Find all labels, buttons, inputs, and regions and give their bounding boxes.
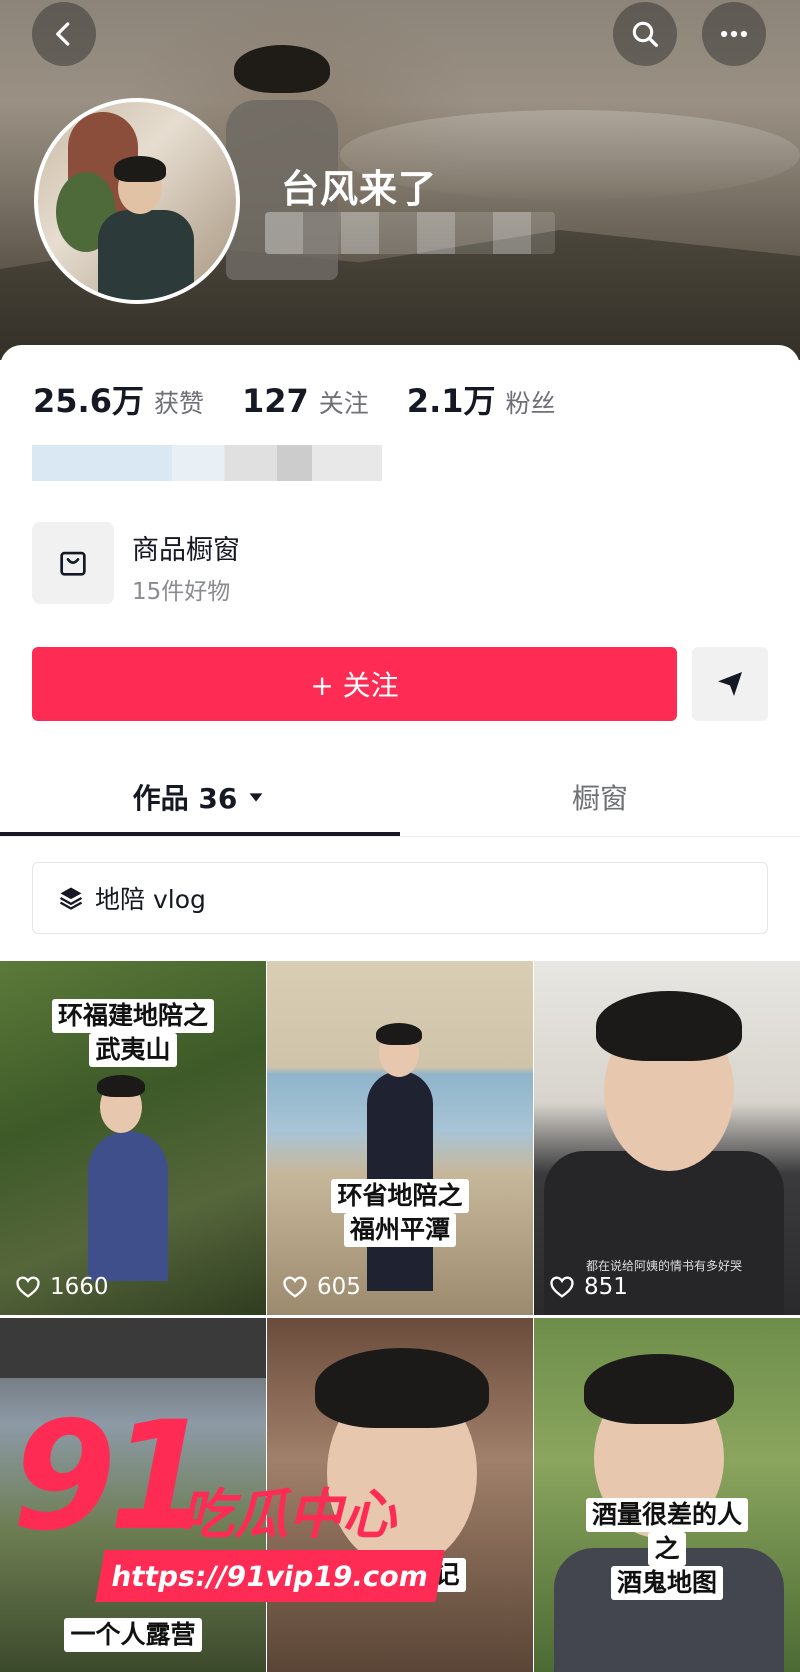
followers-label: 粉丝 [505, 389, 556, 418]
person-hair [584, 1354, 734, 1424]
follow-button[interactable]: + 关注 [32, 647, 677, 721]
search-button[interactable] [613, 2, 677, 66]
like-count-value: 605 [317, 1274, 361, 1300]
share-button[interactable] [692, 647, 768, 721]
tent-roof [0, 1318, 266, 1378]
caption-line: 一个人露营 [64, 1618, 202, 1652]
shop-subtitle: 15件好物 [132, 579, 231, 605]
avatar-person-body [98, 210, 194, 300]
layers-icon [59, 887, 83, 910]
more-dots-icon [720, 30, 748, 38]
video-tile[interactable]: 都在说给阿姨的情书有多好哭 851 [534, 961, 800, 1315]
tab-works[interactable]: 作品 36 [0, 760, 400, 834]
heart-outline-icon [550, 1276, 574, 1298]
chevron-left-icon [56, 22, 70, 46]
followers-count[interactable]: 2.1万 [407, 376, 496, 422]
like-count: 1660 [14, 1273, 109, 1301]
person-hair [97, 1075, 145, 1097]
watermark-url: https://91vip19.com [95, 1550, 445, 1602]
watermark-text: 吃瓜中心 [180, 1483, 396, 1546]
video-subtitle: 都在说给阿姨的情书有多好哭 [586, 1259, 743, 1273]
caption-line: 环省地陪之 [331, 1179, 469, 1213]
blurred-bio [32, 445, 382, 481]
following-count[interactable]: 127 [242, 382, 309, 420]
caption-line: 酒量很差的人 [585, 1498, 748, 1532]
video-tile[interactable]: 酒量很差的人 之 酒鬼地图 [534, 1318, 800, 1672]
video-caption: 环省地陪之 福州平潭 [267, 1179, 533, 1247]
send-icon [718, 672, 742, 696]
search-icon [632, 21, 658, 47]
person-hair [315, 1348, 489, 1428]
video-caption: 酒量很差的人 之 酒鬼地图 [534, 1498, 800, 1600]
caption-line: 酒鬼地图 [610, 1566, 723, 1600]
shop-icon-box [32, 522, 114, 604]
shopping-bag-icon [60, 551, 86, 576]
tab-divider [0, 836, 800, 837]
like-count-value: 1660 [50, 1274, 109, 1300]
person-body [88, 1131, 168, 1281]
heart-outline-icon [283, 1276, 307, 1298]
avatar[interactable] [34, 98, 240, 304]
person-hair [596, 991, 742, 1061]
watermark-number: 91 [12, 1390, 213, 1564]
heart-outline-icon [16, 1276, 40, 1298]
collection-chip[interactable]: 地陪 vlog [32, 862, 768, 934]
like-count-value: 851 [584, 1274, 628, 1300]
caption-line: 武夷山 [89, 1033, 177, 1067]
like-count: 851 [548, 1273, 628, 1301]
tab-works-label: 作品 36 [132, 782, 238, 815]
like-count: 605 [281, 1273, 361, 1301]
caption-line: 环福建地陪之 [51, 999, 214, 1033]
back-button[interactable] [32, 2, 96, 66]
more-button[interactable] [702, 2, 766, 66]
likes-count[interactable]: 25.6万 [33, 376, 144, 422]
shop-title: 商品橱窗 [132, 535, 240, 566]
tab-window-label: 橱窗 [571, 782, 628, 815]
blurred-account-id [265, 212, 555, 254]
caption-line: 福州平潭 [343, 1213, 456, 1247]
avatar-person-hair [114, 156, 166, 182]
following-label: 关注 [318, 389, 369, 418]
caret-down-icon [249, 793, 263, 802]
profile-stats: 25.6万 获赞 127 关注 2.1万 粉丝 [33, 376, 594, 422]
caption-line: 之 [648, 1532, 686, 1566]
collection-label: 地陪 vlog [95, 885, 206, 914]
profile-name: 台风来了 [281, 167, 438, 211]
video-tile[interactable]: 环福建地陪之 武夷山 1660 [0, 961, 266, 1315]
likes-label: 获赞 [153, 389, 204, 418]
tab-window[interactable]: 橱窗 [400, 760, 800, 834]
cover-figure-hat [234, 45, 330, 93]
profile-tabs: 作品 36 橱窗 [0, 760, 800, 838]
video-caption: 环福建地陪之 武夷山 [0, 999, 266, 1067]
shop-window-entry[interactable]: 商品橱窗 15件好物 [32, 522, 632, 607]
person-hair [376, 1023, 422, 1045]
video-tile[interactable]: 环省地陪之 福州平潭 605 [267, 961, 533, 1315]
video-caption: 一个人露营 [0, 1618, 266, 1652]
